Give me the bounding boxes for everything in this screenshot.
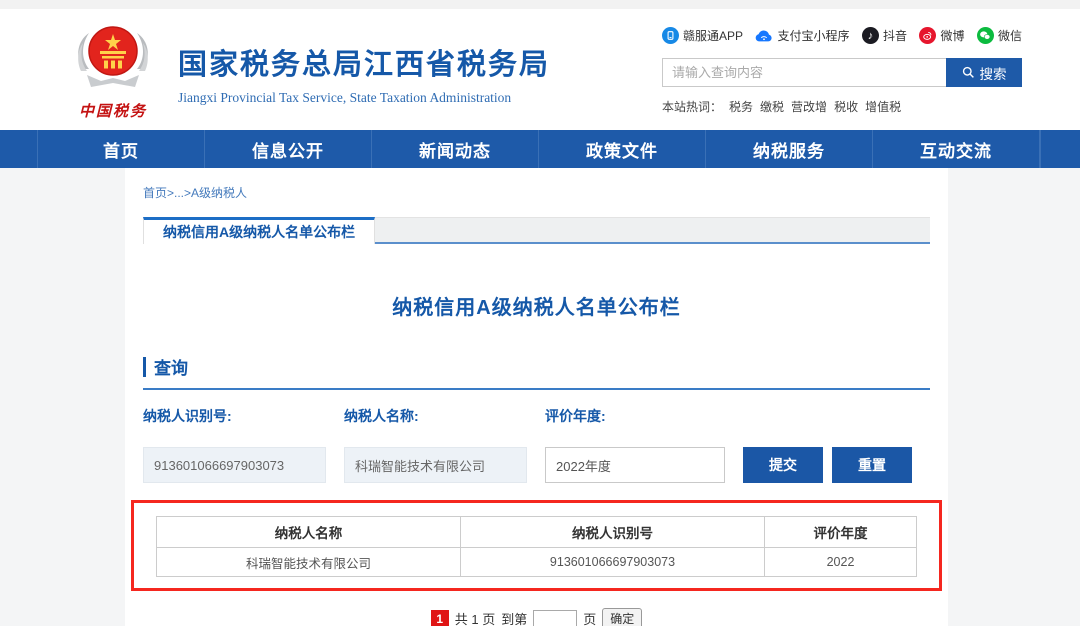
- page-body: 首页>...>A级纳税人 纳税信用A级纳税人名单公布栏 纳税信用A级纳税人名单公…: [0, 168, 1080, 626]
- goto-suffix-text: 页: [583, 609, 596, 626]
- cell-taxpayer-name: 科瑞智能技术有限公司: [157, 548, 461, 577]
- nav-item-news[interactable]: 新闻动态: [372, 130, 539, 168]
- result-table: 纳税人名称 纳税人识别号 评价年度 科瑞智能技术有限公司 91360106669…: [156, 516, 917, 577]
- site-title-block: 国家税务总局江西省税务局 Jiangxi Provincial Tax Serv…: [178, 23, 550, 106]
- weibo-icon: [919, 27, 936, 44]
- reset-button[interactable]: 重置: [832, 447, 912, 483]
- current-page-button[interactable]: 1: [431, 610, 449, 626]
- alipay-cloud-icon: [755, 29, 773, 43]
- site-subtitle: Jiangxi Provincial Tax Service, State Ta…: [178, 90, 550, 106]
- logo-caption: 中国税务: [62, 100, 164, 121]
- pagination: 1 共 1 页 到第 页 确定: [143, 608, 930, 626]
- site-header: 中国税务 国家税务总局江西省税务局 Jiangxi Provincial Tax…: [0, 9, 1080, 130]
- nav-spacer: [0, 130, 38, 168]
- hot-word[interactable]: 增值税: [865, 98, 901, 115]
- top-strip: [0, 0, 1080, 9]
- hot-words-label: 本站热词：: [662, 98, 722, 115]
- quick-link-ganfutong-app[interactable]: 赣服通APP: [662, 27, 743, 44]
- header-right: 赣服通APP 支付宝小程序 ♪ 抖音 微博: [662, 23, 1022, 115]
- quick-link-label: 微博: [940, 27, 964, 44]
- quick-links: 赣服通APP 支付宝小程序 ♪ 抖音 微博: [662, 27, 1022, 44]
- quick-link-douyin[interactable]: ♪ 抖音: [862, 27, 907, 44]
- goto-prefix-text: 到第: [501, 609, 527, 626]
- taxpayer-name-input[interactable]: [344, 447, 527, 483]
- evaluation-year-field-group: 评价年度:: [545, 406, 725, 483]
- search-bar: 搜索: [662, 58, 1022, 87]
- nav-item-tax-service[interactable]: 纳税服务: [706, 130, 873, 168]
- nav-item-home[interactable]: 首页: [38, 130, 205, 168]
- search-button-label: 搜索: [980, 63, 1007, 83]
- taxpayer-id-label: 纳税人识别号:: [143, 406, 326, 426]
- page-title: 纳税信用A级纳税人名单公布栏: [143, 291, 930, 320]
- douyin-icon: ♪: [862, 27, 879, 44]
- hot-word[interactable]: 税务: [729, 98, 753, 115]
- quick-link-label: 微信: [998, 27, 1022, 44]
- query-section-title: 查询: [154, 354, 188, 379]
- quick-link-alipay-miniprogram[interactable]: 支付宝小程序: [755, 27, 849, 44]
- tab-bar: 纳税信用A级纳税人名单公布栏: [143, 217, 930, 244]
- col-header-taxpayer-name: 纳税人名称: [157, 517, 461, 548]
- mobile-app-icon: [662, 27, 679, 44]
- hot-word[interactable]: 缴税: [760, 98, 784, 115]
- evaluation-year-select[interactable]: [545, 447, 725, 483]
- taxpayer-name-label: 纳税人名称:: [344, 406, 527, 426]
- result-highlight-annotation: 纳税人名称 纳税人识别号 评价年度 科瑞智能技术有限公司 91360106669…: [131, 500, 942, 591]
- hot-word[interactable]: 税收: [834, 98, 858, 115]
- hot-word[interactable]: 营改增: [791, 98, 827, 115]
- hot-words: 本站热词： 税务 缴税 营改增 税收 增值税: [662, 98, 1022, 115]
- quick-link-label: 抖音: [883, 27, 907, 44]
- goto-confirm-button[interactable]: 确定: [602, 608, 642, 626]
- site-logo: 中国税务: [62, 23, 164, 121]
- submit-button[interactable]: 提交: [743, 447, 823, 483]
- quick-link-label: 支付宝小程序: [777, 27, 849, 44]
- nav-item-policy[interactable]: 政策文件: [539, 130, 706, 168]
- query-section-head: 查询: [143, 354, 930, 379]
- content-panel: 首页>...>A级纳税人 纳税信用A级纳税人名单公布栏 纳税信用A级纳税人名单公…: [125, 168, 948, 626]
- goto-page-input[interactable]: [533, 610, 577, 626]
- tab-a-level-taxpayer-list[interactable]: 纳税信用A级纳税人名单公布栏: [143, 217, 375, 244]
- search-button[interactable]: 搜索: [946, 58, 1022, 87]
- tab-bar-filler: [375, 217, 930, 244]
- nav-item-interaction[interactable]: 互动交流: [873, 130, 1040, 168]
- wechat-icon: [977, 27, 994, 44]
- nav-spacer: [1040, 130, 1080, 168]
- tax-emblem-icon: [67, 23, 159, 99]
- site-title: 国家税务总局江西省税务局: [178, 41, 550, 83]
- cell-taxpayer-id: 913601066697903073: [461, 548, 765, 577]
- search-input[interactable]: [662, 58, 946, 87]
- table-header-row: 纳税人名称 纳税人识别号 评价年度: [157, 517, 917, 548]
- cell-evaluation-year: 2022: [765, 548, 917, 577]
- quick-link-wechat[interactable]: 微信: [977, 27, 1022, 44]
- form-buttons: 提交 重置: [743, 447, 912, 483]
- main-nav: 首页 信息公开 新闻动态 政策文件 纳税服务 互动交流: [0, 130, 1080, 168]
- taxpayer-name-field-group: 纳税人名称:: [344, 406, 527, 483]
- total-pages-text: 共 1 页: [455, 609, 495, 626]
- search-icon: [962, 66, 975, 79]
- quick-link-weibo[interactable]: 微博: [919, 27, 964, 44]
- section-accent-bar: [143, 357, 146, 377]
- evaluation-year-label: 评价年度:: [545, 406, 725, 426]
- quick-link-label: 赣服通APP: [683, 27, 743, 44]
- taxpayer-id-input[interactable]: [143, 447, 326, 483]
- table-row: 科瑞智能技术有限公司 913601066697903073 2022: [157, 548, 917, 577]
- col-header-taxpayer-id: 纳税人识别号: [461, 517, 765, 548]
- breadcrumb[interactable]: 首页>...>A级纳税人: [143, 168, 930, 201]
- taxpayer-id-field-group: 纳税人识别号:: [143, 406, 326, 483]
- col-header-evaluation-year: 评价年度: [765, 517, 917, 548]
- section-divider: [143, 388, 930, 390]
- query-form: 纳税人识别号: 纳税人名称: 评价年度: 提交 重置: [143, 406, 930, 483]
- nav-item-info-disclosure[interactable]: 信息公开: [205, 130, 372, 168]
